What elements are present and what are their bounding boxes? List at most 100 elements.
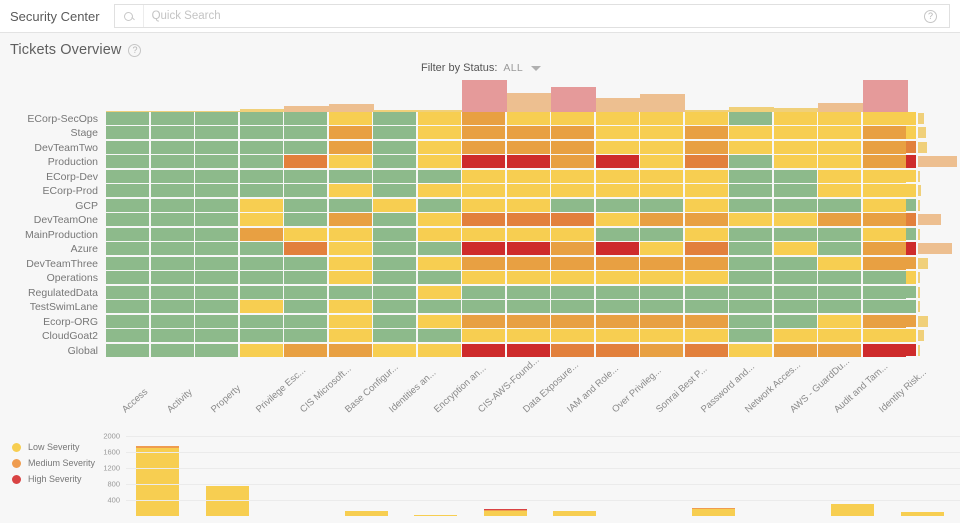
heatmap-row-bar[interactable]	[918, 345, 920, 356]
heatmap-cell[interactable]	[640, 286, 683, 299]
heatmap-cell[interactable]	[195, 257, 238, 270]
heatmap-cell[interactable]	[418, 184, 461, 197]
heatmap-cell[interactable]	[551, 286, 594, 299]
heatmap-cell[interactable]	[863, 213, 906, 226]
heatmap-cell[interactable]	[685, 257, 728, 270]
heatmap-cell[interactable]	[818, 329, 861, 342]
heatmap-cell[interactable]	[373, 228, 416, 241]
heatmap-cell[interactable]	[818, 141, 861, 154]
heatmap-row-bar[interactable]	[918, 113, 924, 124]
heatmap-cell[interactable]	[373, 271, 416, 284]
heatmap-cell[interactable]	[373, 170, 416, 183]
heatmap-cell[interactable]	[462, 141, 505, 154]
heatmap-cell[interactable]	[596, 184, 639, 197]
heatmap-row-label[interactable]: TestSwimLane	[0, 300, 103, 314]
heatmap-cell[interactable]	[151, 126, 194, 139]
heatmap-cell[interactable]	[596, 199, 639, 212]
heatmap-cell[interactable]	[774, 155, 817, 168]
heatmap-cell[interactable]	[685, 300, 728, 313]
heatmap-cell[interactable]	[863, 257, 906, 270]
heatmap-cell[interactable]	[551, 184, 594, 197]
heatmap-cell[interactable]	[507, 242, 550, 255]
heatmap-cell[interactable]	[284, 315, 327, 328]
heatmap-cell[interactable]	[418, 141, 461, 154]
heatmap-cell[interactable]	[774, 112, 817, 125]
heatmap-cell[interactable]	[240, 170, 283, 183]
heatmap-cell[interactable]	[106, 315, 149, 328]
heatmap-cell[interactable]	[418, 329, 461, 342]
heatmap-cell[interactable]	[329, 329, 372, 342]
heatmap-cell[interactable]	[729, 199, 772, 212]
heatmap-row-label[interactable]: DevTeamThree	[0, 257, 103, 271]
heatmap-cell[interactable]	[462, 344, 505, 357]
heatmap-cell[interactable]	[151, 300, 194, 313]
heatmap-cell[interactable]	[596, 155, 639, 168]
heatmap-cell[interactable]	[106, 213, 149, 226]
heatmap-cell[interactable]	[863, 300, 906, 313]
heatmap-cell[interactable]	[685, 315, 728, 328]
heatmap-cell[interactable]	[863, 242, 906, 255]
heatmap-cell[interactable]	[240, 344, 283, 357]
heatmap-cell[interactable]	[462, 112, 505, 125]
heatmap-cell[interactable]	[863, 199, 906, 212]
quick-search-container[interactable]: ?	[114, 4, 950, 28]
heatmap-cell[interactable]	[240, 271, 283, 284]
heatmap-column-bar[interactable]	[596, 98, 641, 112]
heatmap-cell[interactable]	[195, 242, 238, 255]
heatmap-cell[interactable]	[329, 213, 372, 226]
heatmap-cell[interactable]	[551, 199, 594, 212]
heatmap-row-bar[interactable]	[918, 330, 924, 341]
heatmap-cell[interactable]	[818, 126, 861, 139]
bar-chart-bar[interactable]	[901, 512, 944, 516]
heatmap-row-label[interactable]: Operations	[0, 271, 103, 285]
heatmap-cell[interactable]	[106, 257, 149, 270]
heatmap-cell[interactable]	[329, 300, 372, 313]
filter-by-status-control[interactable]: Filter by Status: ALL	[421, 62, 541, 74]
heatmap-cell[interactable]	[329, 228, 372, 241]
heatmap-cell[interactable]	[240, 329, 283, 342]
heatmap-cell[interactable]	[863, 170, 906, 183]
heatmap-cell[interactable]	[818, 170, 861, 183]
heatmap-cell[interactable]	[507, 112, 550, 125]
heatmap-cell[interactable]	[640, 344, 683, 357]
heatmap-cell[interactable]	[151, 170, 194, 183]
heatmap-cell[interactable]	[195, 155, 238, 168]
heatmap-cell[interactable]	[685, 213, 728, 226]
heatmap-cell[interactable]	[551, 242, 594, 255]
heatmap-cell[interactable]	[418, 199, 461, 212]
heatmap-row-bar[interactable]	[918, 316, 928, 327]
heatmap-cell[interactable]	[551, 315, 594, 328]
heatmap-column-bar[interactable]	[640, 94, 685, 112]
heatmap-cell[interactable]	[462, 126, 505, 139]
help-circle-icon[interactable]: ?	[924, 10, 937, 23]
heatmap-cell[interactable]	[373, 184, 416, 197]
heatmap-cell[interactable]	[685, 228, 728, 241]
heatmap-cell[interactable]	[329, 271, 372, 284]
heatmap-cell[interactable]	[418, 242, 461, 255]
heatmap-cell[interactable]	[818, 155, 861, 168]
heatmap-cell[interactable]	[774, 199, 817, 212]
heatmap-cell[interactable]	[284, 344, 327, 357]
heatmap-cell[interactable]	[373, 329, 416, 342]
heatmap-cell[interactable]	[818, 228, 861, 241]
heatmap-cell[interactable]	[818, 213, 861, 226]
heatmap-cell[interactable]	[774, 344, 817, 357]
heatmap-cell[interactable]	[774, 300, 817, 313]
heatmap-cell[interactable]	[373, 315, 416, 328]
legend-item[interactable]: Low Severity	[12, 440, 95, 454]
heatmap-cell[interactable]	[640, 329, 683, 342]
heatmap-cell[interactable]	[106, 184, 149, 197]
heatmap-row-label[interactable]: RegulatedData	[0, 286, 103, 300]
heatmap-cell[interactable]	[729, 170, 772, 183]
heatmap-cell[interactable]	[284, 199, 327, 212]
heatmap-cell[interactable]	[462, 257, 505, 270]
heatmap-cell[interactable]	[284, 141, 327, 154]
heatmap-cell[interactable]	[329, 199, 372, 212]
heatmap-cell[interactable]	[685, 126, 728, 139]
heatmap-cell[interactable]	[462, 213, 505, 226]
heatmap-cell[interactable]	[106, 344, 149, 357]
heatmap-cell[interactable]	[240, 286, 283, 299]
heatmap-cell[interactable]	[284, 257, 327, 270]
heatmap-cell[interactable]	[774, 184, 817, 197]
heatmap-cell[interactable]	[462, 286, 505, 299]
